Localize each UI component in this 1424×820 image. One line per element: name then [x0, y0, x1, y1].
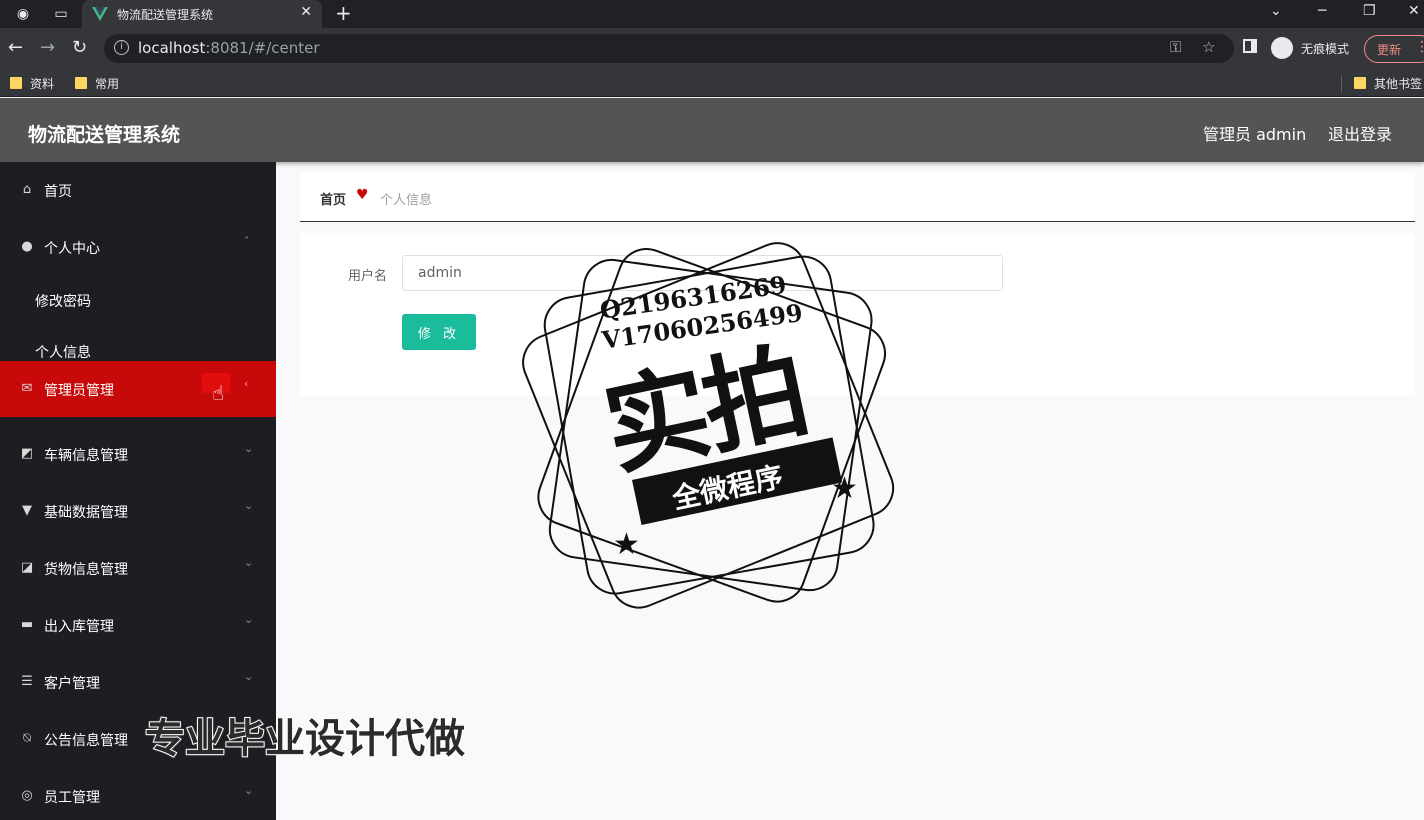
sidebar-item-goods-management[interactable]: ◪ 货物信息管理 ⌄ [0, 540, 276, 596]
sidebar-item-vehicle-management[interactable]: ◩ 车辆信息管理 ⌄ [0, 426, 276, 482]
folder-icon [1354, 77, 1366, 89]
user-icon: ● [21, 239, 33, 254]
chevron-down-icon: ⌄ [244, 556, 254, 569]
sidebar-item-label: 车辆信息管理 [44, 448, 128, 464]
bookmark-divider [1341, 76, 1342, 92]
folder-icon [75, 77, 87, 89]
sidebar-item-customer-management[interactable]: ☰ 客户管理 ⌄ [0, 654, 276, 710]
update-label: 更新 [1377, 43, 1402, 57]
close-tab-icon[interactable]: ✕ [300, 4, 312, 20]
tab-title: 物流配送管理系统 [117, 8, 214, 22]
username-label: 用户名 [348, 269, 388, 284]
app-title: 物流配送管理系统 [28, 124, 181, 146]
side-panel-icon[interactable] [1243, 39, 1257, 53]
chat-icon: ▬ [20, 617, 34, 632]
sidebar-subitem-change-password[interactable]: 修改密码 [0, 275, 276, 325]
breadcrumb-current: 个人信息 [380, 193, 433, 208]
sidebar-item-label: 首页 [44, 184, 72, 200]
chevron-left-icon: ‹ [244, 377, 249, 390]
tab-list-icon[interactable]: ⌄ [1270, 3, 1282, 19]
vue-logo-icon [92, 7, 108, 21]
browser-tab[interactable]: 物流配送管理系统 ✕ [82, 0, 322, 28]
sidebar-item-label: 货物信息管理 [44, 562, 128, 578]
chevron-down-icon: ⌄ [244, 442, 254, 455]
sidebar-item-label: 管理员管理 [44, 383, 114, 399]
star-icon: ★ [831, 471, 858, 506]
sidebar-item-label: 个人中心 [44, 241, 100, 257]
incognito-icon[interactable] [1271, 37, 1293, 59]
site-info-icon[interactable]: i [114, 40, 129, 55]
forward-icon[interactable]: → [40, 37, 55, 59]
chevron-up-icon: ˆ [244, 235, 250, 248]
overlay-caption: 专业毕业设计代做 [144, 715, 466, 763]
sidebar-item-base-data-management[interactable]: ▼ 基础数据管理 ⌄ [0, 483, 276, 539]
sidebar-subitem-label: 修改密码 [35, 294, 91, 310]
incognito-label: 无痕模式 [1301, 42, 1350, 56]
hand-cursor-icon: ☝ [212, 381, 225, 405]
breadcrumb: 首页 ♥ 个人信息 [300, 172, 1415, 222]
staff-icon: ◎ [21, 788, 33, 803]
tab-search-icon[interactable]: ▭ [52, 5, 70, 23]
url-text: localhost:8081/#/center [138, 39, 320, 57]
app-header: 物流配送管理系统 管理员 admin 退出登录 [0, 98, 1424, 162]
bookmark-folder-ziliao[interactable]: 资料 [10, 75, 54, 92]
chevron-down-icon: ⌄ [244, 784, 254, 797]
chart-icon: ◩ [20, 446, 34, 461]
sidebar-item-personal-center[interactable]: ● 个人中心 ˆ [0, 219, 276, 275]
chevron-down-icon: ⌄ [244, 499, 254, 512]
mail-icon: ✉ [21, 381, 33, 396]
sidebar-subitem-label: 个人信息 [35, 345, 91, 361]
logout-link[interactable]: 退出登录 [1328, 121, 1392, 145]
globe-icon[interactable]: ◉ [14, 5, 32, 23]
update-button[interactable]: 更新 ⋮ [1364, 35, 1424, 63]
sidebar-item-home[interactable]: ⌂ 首页 [0, 162, 276, 218]
address-bar[interactable]: i localhost:8081/#/center ⚿ ☆ [104, 34, 1234, 63]
heart-icon: ♥ [356, 187, 369, 203]
modify-button[interactable]: 修 改 [402, 314, 476, 350]
new-tab-icon[interactable]: + [335, 2, 352, 24]
sidebar-item-label: 员工管理 [44, 790, 100, 806]
folder-icon [10, 77, 22, 89]
browser-tab-bar: ◉ ▭ 物流配送管理系统 ✕ + ⌄ ─ ❐ ✕ [0, 0, 1424, 28]
other-bookmarks[interactable]: 其他书签 [1354, 75, 1422, 92]
star-icon: ★ [613, 527, 640, 562]
reload-icon[interactable]: ↻ [72, 37, 87, 59]
chevron-down-icon: ⌄ [244, 613, 254, 626]
bookmark-folder-changyong[interactable]: 常用 [75, 75, 119, 92]
minimize-icon[interactable]: ─ [1318, 3, 1326, 19]
bookmark-star-icon[interactable]: ☆ [1202, 38, 1215, 56]
close-window-icon[interactable]: ✕ [1408, 3, 1420, 19]
sidebar-item-staff-management[interactable]: ◎ 员工管理 ⌄ [0, 768, 276, 820]
restore-icon[interactable]: ❐ [1363, 3, 1376, 19]
list-icon: ☰ [21, 674, 33, 689]
chevron-down-icon: ⌄ [244, 670, 254, 683]
sidebar-item-admin-management[interactable]: ✉ 管理员管理 ‹ ☝ [0, 361, 276, 417]
menu-dots-icon[interactable]: ⋮ [1415, 39, 1424, 55]
back-icon[interactable]: ← [8, 37, 23, 59]
current-user: 管理员 admin [1203, 125, 1307, 144]
sidebar-item-label: 出入库管理 [44, 619, 114, 635]
sidebar-item-label: 公告信息管理 [44, 733, 128, 749]
goods-icon: ◪ [20, 560, 34, 575]
sidebar-item-inout-management[interactable]: ▬ 出入库管理 ⌄ [0, 597, 276, 653]
bell-off-icon: ⍉ [23, 731, 31, 746]
bookmarks-bar: 资料 常用 其他书签 [0, 70, 1424, 97]
breadcrumb-home[interactable]: 首页 [320, 189, 346, 208]
browser-toolbar: ← → ↻ i localhost:8081/#/center ⚿ ☆ 无痕模式… [0, 28, 1424, 70]
key-icon[interactable]: ⚿ [1170, 38, 1181, 56]
sidebar-item-label: 客户管理 [44, 676, 100, 692]
home-icon: ⌂ [22, 182, 32, 197]
sidebar-item-label: 基础数据管理 [44, 505, 128, 521]
stand-icon: ▼ [22, 503, 32, 518]
